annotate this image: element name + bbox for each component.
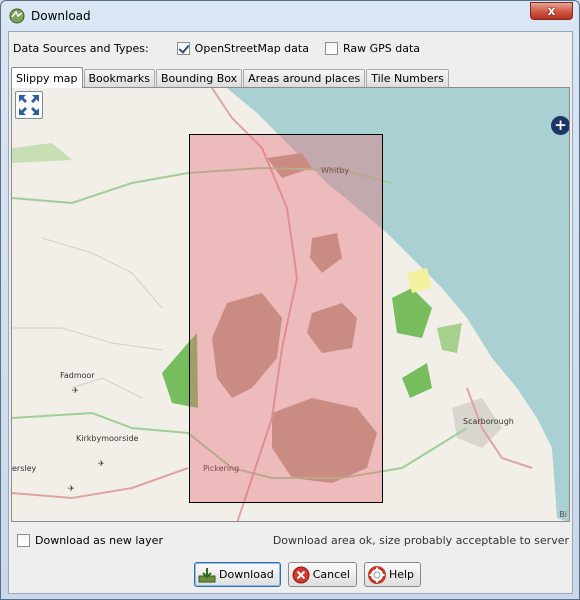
area-status-text: Download area ok, size probably acceptab… <box>272 533 569 547</box>
tab-bookmarks-label: Bookmarks <box>88 72 150 85</box>
bottom-options-row: Download as new layer Download area ok, … <box>17 532 569 548</box>
osm-data-label: OpenStreetMap data <box>194 41 309 55</box>
osm-data-option[interactable]: OpenStreetMap data <box>176 41 309 55</box>
cancel-button-label: Cancel <box>312 568 350 581</box>
data-sources-label: Data Sources and Types: <box>13 41 149 55</box>
airport-icon: ✈ <box>68 484 75 493</box>
cancel-icon <box>292 566 310 583</box>
help-button[interactable]: Help <box>363 562 422 587</box>
tab-bounding-box-label: Bounding Box <box>160 72 238 85</box>
dialog-buttons: Download Cancel Help <box>194 562 428 588</box>
tab-tile-numbers-label: Tile Numbers <box>371 72 444 85</box>
slippy-map[interactable]: ✈ ✈ ✈ Whitby Fadmoor Kirkbymoorside Pick… <box>11 87 570 522</box>
airport-icon: ✈ <box>72 386 79 395</box>
raw-gps-option[interactable]: Raw GPS data <box>324 41 421 55</box>
help-button-label: Help <box>388 568 415 581</box>
download-dialog: Download x Data Sources and Types: OpenS… <box>0 0 580 600</box>
cancel-button[interactable]: Cancel <box>287 562 357 587</box>
tab-areas-label: Areas around places <box>248 72 361 85</box>
plus-icon: + <box>554 116 567 134</box>
close-icon: x <box>547 4 556 18</box>
tab-bookmarks[interactable]: Bookmarks <box>83 69 155 87</box>
lifebuoy-icon <box>367 565 386 584</box>
selected-download-area[interactable] <box>189 134 383 503</box>
title-bar[interactable]: Download x <box>1 1 579 30</box>
josm-app-icon <box>9 8 25 23</box>
dialog-content: Data Sources and Types: OpenStreetMap da… <box>8 31 573 594</box>
raw-gps-checkbox[interactable] <box>324 41 338 55</box>
tab-slippy-map-label: Slippy map <box>16 71 78 85</box>
raw-gps-label: Raw GPS data <box>342 41 421 55</box>
new-layer-label: Download as new layer <box>35 533 163 547</box>
fullscreen-button[interactable] <box>15 91 43 119</box>
airport-icon: ✈ <box>98 459 105 468</box>
new-layer-checkbox[interactable] <box>17 533 30 547</box>
place-label: Fadmoor <box>60 371 95 380</box>
place-label: Kirkbymoorside <box>76 434 139 443</box>
osm-data-checkbox[interactable] <box>176 41 190 55</box>
window-title: Download <box>31 8 91 23</box>
map-attribution[interactable]: Bi <box>559 510 567 519</box>
tab-bounding-box[interactable]: Bounding Box <box>155 69 243 87</box>
tab-slippy-map[interactable]: Slippy map <box>11 67 83 88</box>
place-label: Scarborough <box>463 417 514 426</box>
data-sources-row: Data Sources and Types: OpenStreetMap da… <box>13 40 563 56</box>
tab-tile-numbers[interactable]: Tile Numbers <box>366 69 449 87</box>
download-button[interactable]: Download <box>194 562 281 587</box>
zoom-in-button[interactable]: + <box>551 116 569 135</box>
close-button[interactable]: x <box>530 2 573 20</box>
place-label: ersley <box>12 464 37 473</box>
download-icon <box>198 567 216 582</box>
download-button-label: Download <box>219 568 274 581</box>
tab-strip: Slippy map Bookmarks Bounding Box Areas … <box>11 66 450 88</box>
expand-icon <box>19 95 39 115</box>
tab-areas-around-places[interactable]: Areas around places <box>243 69 366 87</box>
new-layer-option[interactable]: Download as new layer <box>17 533 163 547</box>
